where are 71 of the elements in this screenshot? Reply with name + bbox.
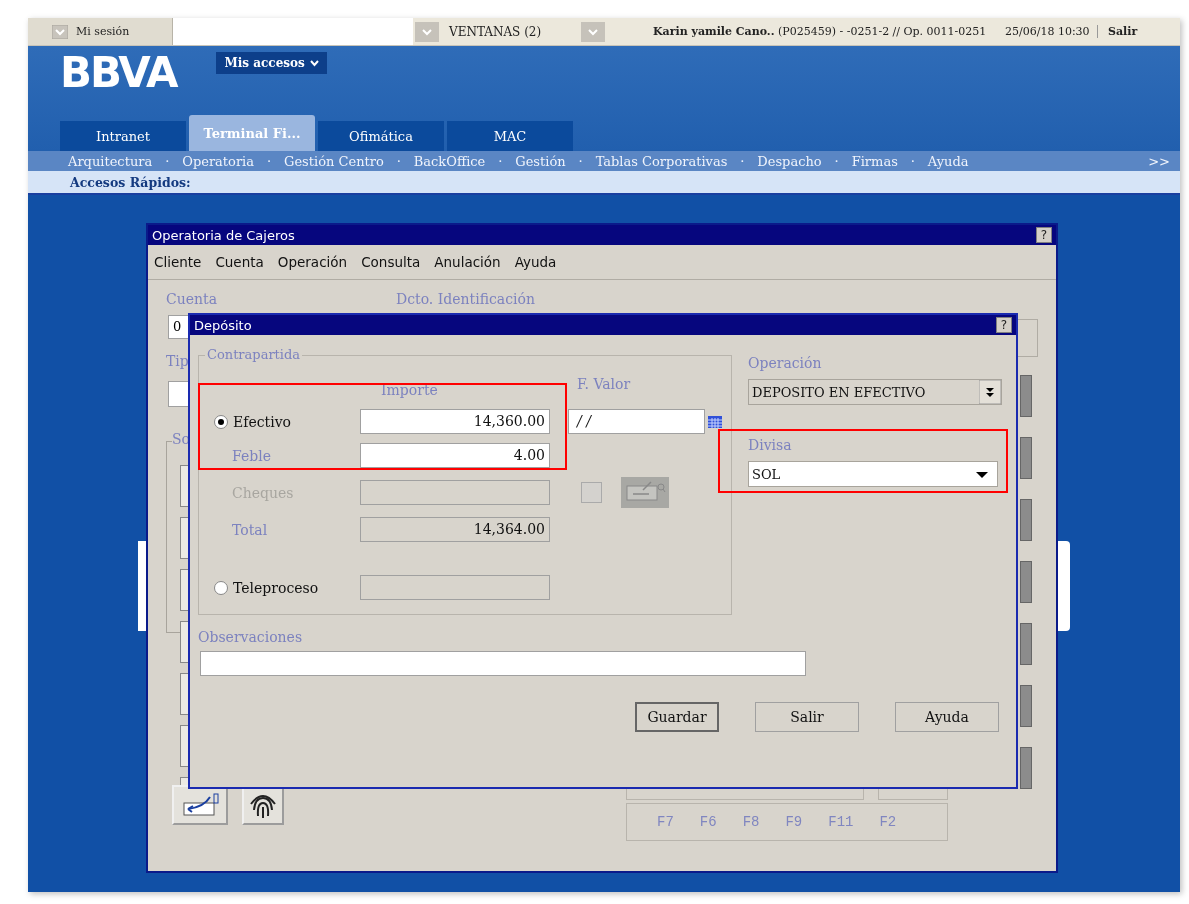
tool-button[interactable]: [1020, 561, 1032, 603]
window-title: Operatoria de Cajeros: [152, 227, 295, 243]
operation-dropdown[interactable]: DEPOSITO EN EFECTIVO: [748, 379, 1002, 405]
user-info: Karin yamile Cano.. (P025459) - -0251-2 // Op. 0011-0251: [653, 25, 988, 38]
dialog-button[interactable]: Salir: [755, 702, 859, 732]
nav-separator: ·: [739, 153, 746, 169]
field-label: Divisa: [748, 437, 793, 453]
checkbox[interactable]: [581, 482, 602, 503]
nav-separator: ·: [265, 153, 273, 169]
menu-item[interactable]: Cuenta: [215, 254, 264, 270]
field-label: Total: [232, 521, 268, 538]
help-button[interactable]: ?: [996, 317, 1012, 333]
logo[interactable]: BBVA: [60, 52, 177, 94]
dialog-button[interactable]: Ayuda: [895, 702, 999, 732]
date-field[interactable]: / /: [568, 409, 705, 434]
amount-field[interactable]: 14,360.00: [360, 409, 550, 434]
nav-separator: ·: [577, 153, 584, 169]
session-link[interactable]: Mi sesión: [76, 25, 130, 38]
nav-separator: ·: [164, 153, 171, 169]
nav-separator: ·: [497, 153, 504, 169]
quick-access-label: Accesos Rápidos:: [70, 174, 191, 190]
tool-button[interactable]: [1020, 623, 1032, 665]
date-time: 25/06/18 10:30: [997, 25, 1098, 38]
radio-button[interactable]: [214, 414, 228, 429]
radio-button[interactable]: [214, 580, 228, 595]
session-icon[interactable]: [52, 24, 68, 39]
tool-button[interactable]: [1020, 747, 1032, 789]
amount-field[interactable]: [360, 575, 550, 600]
help-button[interactable]: ?: [1036, 227, 1052, 243]
caret-icon: [975, 471, 989, 479]
nav-separator: ·: [909, 153, 916, 169]
field-label: Tip: [166, 353, 189, 369]
windows-selector[interactable]: VENTANAS (2): [441, 24, 579, 39]
dropdown-icon[interactable]: [979, 380, 1001, 404]
radio-label[interactable]: Efectivo: [233, 414, 291, 430]
menu-item[interactable]: Operación: [277, 254, 348, 270]
tab[interactable]: Ofimática: [318, 121, 444, 151]
nav-separator: ·: [395, 153, 402, 169]
tab[interactable]: Intranet: [60, 121, 186, 151]
menu-item[interactable]: Ayuda: [514, 254, 557, 270]
cheque-icon[interactable]: [621, 477, 669, 508]
group-title: Contrapartida: [205, 347, 303, 362]
exit-link[interactable]: Salir: [1098, 25, 1138, 38]
transfer-icon: [180, 791, 220, 819]
caret-icon: [309, 59, 319, 67]
radio-label[interactable]: Teleproceso: [233, 580, 319, 596]
field-label: Dcto. Identificación: [396, 291, 535, 307]
field-label: Cuenta: [166, 291, 217, 307]
tool-button[interactable]: [1020, 375, 1032, 417]
menu-item[interactable]: Anulación: [434, 254, 501, 270]
calendar-icon[interactable]: [707, 414, 723, 430]
field-label: Operación: [748, 355, 823, 371]
menu-item[interactable]: Consulta: [361, 254, 421, 270]
tool-button[interactable]: [1020, 437, 1032, 479]
amount-field[interactable]: [360, 480, 550, 505]
dialog-button[interactable]: Guardar: [635, 702, 719, 732]
total-field: 14,364.00: [360, 517, 550, 542]
field-label: Feble: [232, 447, 271, 464]
nav-separator: ·: [833, 153, 840, 169]
tool-button[interactable]: [1020, 685, 1032, 727]
tool-button[interactable]: [1020, 499, 1032, 541]
tab[interactable]: MAC: [447, 121, 573, 151]
menu-item[interactable]: Cliente: [154, 254, 202, 270]
transfer-button[interactable]: [172, 785, 228, 825]
notes-field[interactable]: [200, 651, 806, 676]
amount-field[interactable]: 4.00: [360, 443, 550, 468]
column-header: Importe: [381, 382, 438, 398]
access-button[interactable]: Mis accesos: [216, 52, 327, 74]
currency-dropdown[interactable]: SOL: [748, 461, 998, 487]
column-header: F. Valor: [577, 376, 631, 392]
field-label: Observaciones: [198, 629, 304, 645]
